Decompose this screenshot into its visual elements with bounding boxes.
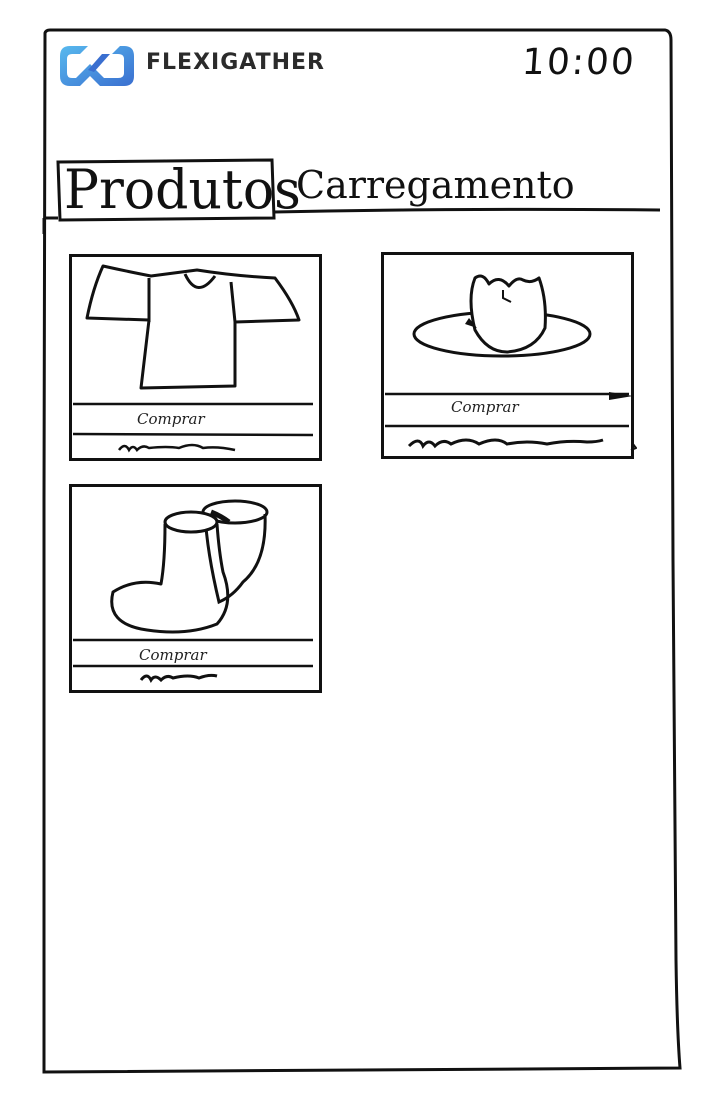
product-card[interactable]: Comprar [69,254,323,462]
hat-icon [412,274,592,358]
buy-button[interactable]: Comprar [451,398,519,416]
t-shirt-icon [85,264,301,390]
boots-icon [110,499,269,634]
price-placeholder [139,673,218,683]
price-placeholder [407,438,604,450]
brand-name: FLEXIGATHER [146,50,325,75]
tab-produtos[interactable]: Produtos [64,163,301,218]
product-card[interactable]: Comprar [69,484,323,694]
buy-button[interactable]: Comprar [139,646,207,664]
status-time: 10:00 [520,42,638,83]
tab-carregamento[interactable]: Carregamento [296,166,575,204]
buy-button[interactable]: Comprar [137,410,205,428]
product-card[interactable]: Comprar [381,252,637,460]
flexigather-logo-icon [60,46,134,86]
price-placeholder [118,443,236,453]
